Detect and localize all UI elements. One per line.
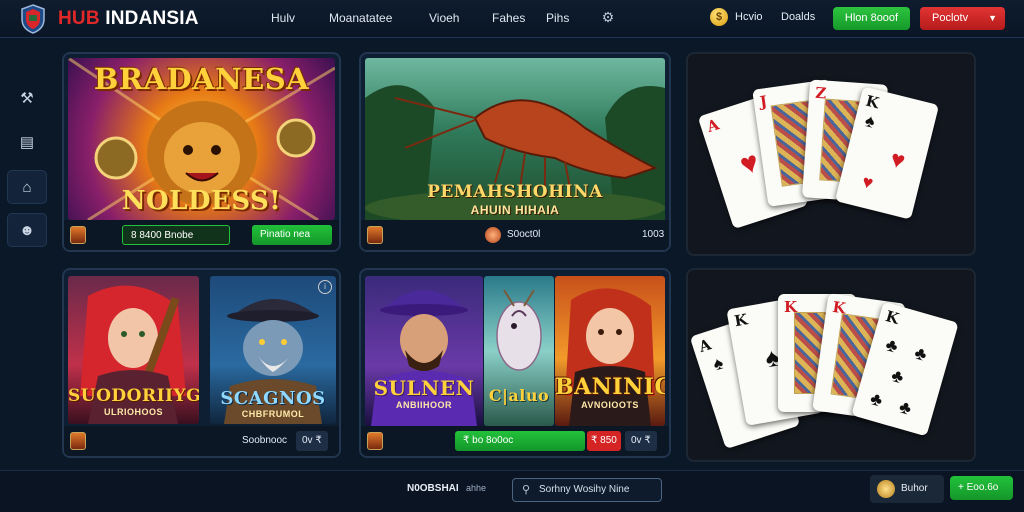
game-bar-4: Soobnooc 0v ₹ [64, 426, 339, 456]
info-icon[interactable]: i [318, 280, 332, 294]
register-button[interactable]: Poclotv ▼ [920, 7, 1005, 30]
game-art-2: PEMAHSHOHINA AHUIN HIHAIA [365, 58, 665, 222]
account-label[interactable]: Doalds [781, 11, 815, 23]
game-title-5b: C|aluo [488, 386, 550, 405]
game-thumb-5 [367, 432, 383, 450]
card-rank: A [704, 115, 722, 137]
heart-icon: ♥ [736, 145, 764, 183]
club-icon: ♣ [883, 334, 901, 357]
plus-icon: + [958, 482, 967, 493]
deposit-button[interactable]: + Eoo.6o [950, 476, 1013, 500]
card-game-panel-1[interactable]: A ♥ J Z K ♠ ♥ ♥ [686, 52, 976, 256]
coin-label[interactable]: Hcvio [735, 11, 763, 23]
user-label: Buhor [901, 483, 928, 494]
footer-label: N0OBSHAI [407, 483, 459, 494]
nav-item-1[interactable]: Hulv [271, 11, 295, 25]
game-art-5c: BANINIG AVNOIOOTS [555, 276, 665, 426]
game-subtitle-5a: ANBIIHOOR [396, 400, 452, 410]
game-subtitle-4a: ULRIOHOOS [103, 407, 163, 417]
card-rank: J [758, 92, 769, 111]
game-title-5a: SULNEN [373, 376, 475, 400]
top-bar: HUB INDANSIA Hulv Moanatatee Vioeh Fahes… [0, 0, 1024, 38]
game-value-5: ₹ bo 8o0oc [455, 431, 585, 451]
game-art-1: BRADANESA NOLDESS! [68, 58, 335, 220]
avatar-icon [877, 480, 895, 498]
card-rank: K [732, 310, 749, 331]
coin-icon: $ [710, 8, 728, 26]
game-title-2: PEMAHSHOHINA [427, 182, 603, 202]
club-icon: ♣ [889, 365, 907, 388]
search-text: Sorhny Wosihy Nine [539, 484, 630, 495]
game-thumb-1 [70, 226, 86, 244]
card-rank: K [863, 91, 881, 113]
game-thumb-2 [367, 226, 383, 244]
bet-chip-5[interactable]: 0v ₹ [625, 431, 657, 451]
game-art-5a: SULNEN ANBIIHOOR [365, 276, 483, 426]
spade-icon: ♠ [862, 110, 878, 132]
game-value-2: S0oct0l [507, 229, 541, 240]
card-rank: K [883, 307, 901, 328]
game-bar-2: S0oct0l 1003 [361, 220, 669, 250]
spade-icon: ♠ [710, 352, 726, 375]
game-subtitle-1: NOLDESS! [121, 186, 282, 216]
game-title-1: BRADANESA [93, 62, 310, 96]
game-thumb-4 [70, 432, 86, 450]
club-icon: ♣ [912, 342, 930, 365]
game-card-2[interactable]: PEMAHSHOHINA AHUIN HIHAIA S0oct0l 1003 [359, 52, 671, 252]
nav-item-3[interactable]: Vioeh [429, 11, 459, 25]
search-input[interactable]: ⚲ Sorhny Wosihy Nine [512, 478, 662, 502]
game-card-1[interactable]: BRADANESA NOLDESS! 8 8400 Bnobe Pinatio … [62, 52, 341, 252]
bet-chip-4[interactable]: 0v ₹ [296, 431, 328, 451]
chevron-down-icon: ▼ [988, 13, 997, 23]
game-subtitle-2: AHUIN HIHAIA [470, 203, 560, 217]
game-title-4b: SCAGNOS [220, 388, 326, 409]
game-art-4a: SUODORIIYG ULRIOHOOS [68, 276, 199, 424]
heart-icon: ♥ [887, 145, 908, 176]
game-title-4a: SUODORIIYG [68, 386, 199, 406]
controller-icon[interactable]: ⚙ [597, 9, 619, 27]
game-bar-5: ₹ bo 8o0oc ₹ 850 0v ₹ [361, 426, 669, 456]
brand-rest: INDANSIA [99, 8, 199, 29]
sidebar-shop-icon[interactable]: ⌂ [7, 170, 47, 204]
game-bar-1: 8 8400 Bnobe Pinatio nea [64, 220, 339, 250]
game-title-5c: BANINIG [555, 374, 665, 400]
game-subtitle-4b: CHBFRUMOL [241, 409, 305, 419]
brand-accent: HUB [58, 8, 100, 29]
game-count-2: 1003 [642, 229, 665, 240]
register-label: Poclotv [932, 12, 969, 24]
card-rank: A [696, 335, 714, 357]
club-icon: ♣ [896, 396, 914, 419]
footer-bar: N0OBSHAI ahhe ⚲ Sorhny Wosihy Nine Buhor… [0, 470, 1024, 512]
heart-icon: ♥ [860, 171, 876, 194]
game-card-5[interactable]: SULNEN ANBIIHOOR C|aluo BANINIG AVNOIOOT… [359, 268, 671, 458]
nav-item-4[interactable]: Fahes [492, 11, 525, 25]
nav-item-5[interactable]: Pihs [546, 11, 569, 25]
sidebar-document-icon[interactable]: ▤ [7, 126, 47, 160]
jackpot-value-1: 8 8400 Bnobe [122, 225, 230, 245]
nav-item-2[interactable]: Moanatatee [329, 11, 392, 25]
login-button[interactable]: Hlon 8ooof [833, 7, 910, 30]
sidebar-profile-icon[interactable]: ☻ [7, 213, 47, 247]
red-badge-5: ₹ 850 [587, 431, 621, 451]
coin-icon [485, 227, 501, 243]
game-card-4[interactable]: SUODORIIYG ULRIOHOOS i SCAGNOS CHBFRUMOL… [62, 268, 341, 458]
game-art-4b: i SCAGNOS CHBFRUMOL [210, 276, 336, 424]
sidebar-tools-icon[interactable]: ⚒ [7, 82, 47, 116]
club-icon: ♣ [868, 388, 885, 411]
shield-logo-icon[interactable] [20, 4, 46, 34]
game-art-5b: C|aluo [484, 276, 554, 426]
game-subtitle-5c: AVNOIOOTS [581, 400, 639, 410]
game-value-4: Soobnooc [242, 435, 288, 446]
brand-title[interactable]: HUB INDANSIA [58, 8, 199, 30]
search-icon: ⚲ [522, 484, 531, 496]
card-game-panel-2[interactable]: A ♠ ♠ K ♠ K K K ♣ ♣ ♣ ♣ ♣ [686, 268, 976, 462]
footer-sublabel: ahhe [466, 483, 487, 493]
user-chip[interactable]: Buhor [870, 475, 944, 503]
play-button-1[interactable]: Pinatio nea [252, 225, 332, 245]
deposit-label: Eoo.6o [966, 482, 999, 493]
